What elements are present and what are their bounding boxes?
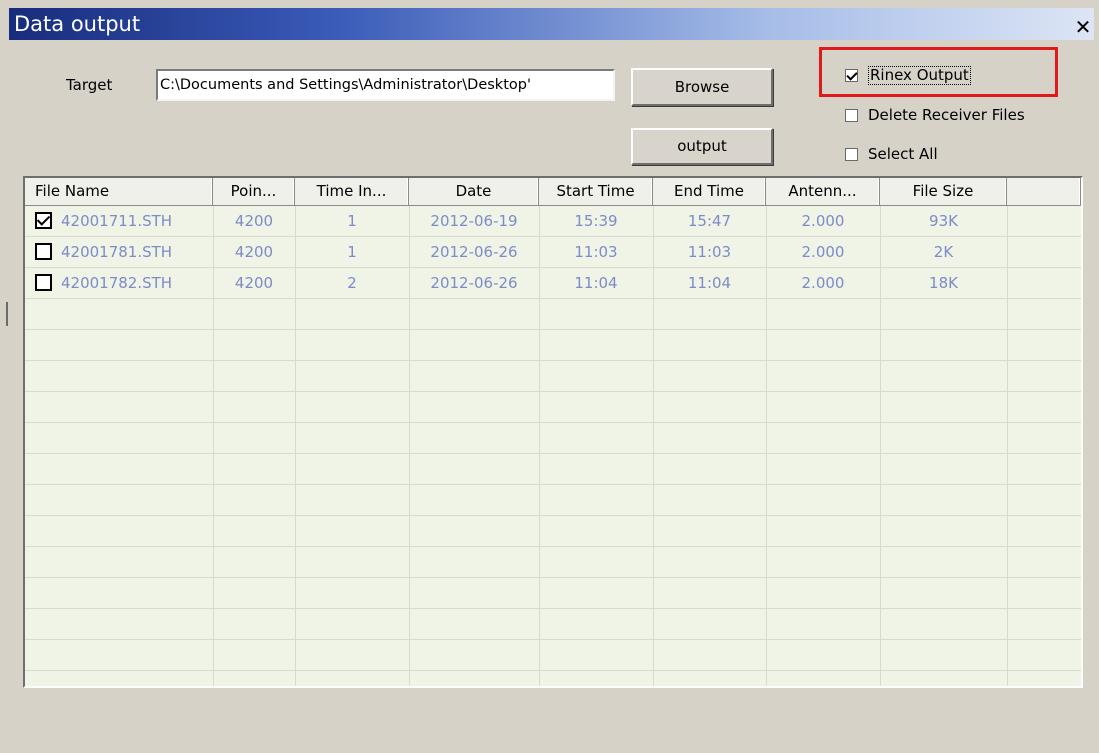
grid-row-line [25,546,1081,547]
table-row[interactable]: 42001782.STH 4200 2 2012-06-26 11:04 11:04 2.0… [25,268,1081,299]
column-header[interactable]: File Size [880,178,1007,205]
table-cell: 42001782.STH [61,274,173,292]
column-header[interactable]: Antenn... [766,178,880,205]
table-cell: 11:04 [574,274,618,292]
rinex-output-option[interactable]: Rinex Output [845,66,971,85]
table-cell: 1 [347,243,357,261]
window-edge-marker [6,302,8,326]
table-cell: 4200 [234,274,274,292]
column-header[interactable]: Start Time [539,178,653,205]
table-header: File Name Poin... Time In... Date Start Time… [25,178,1081,206]
column-header[interactable]: End Time [653,178,766,205]
rinex-output-checkbox[interactable] [845,69,858,82]
column-header-filler [1007,178,1081,205]
table-cell: 42001711.STH [61,212,173,230]
grid-row-line [25,360,1081,361]
table-cell: 2012-06-19 [430,212,518,230]
grid-row-line [25,577,1081,578]
grid-row-line [25,422,1081,423]
grid-row-line [25,608,1081,609]
table-cell: 2012-06-26 [430,243,518,261]
target-label: Target [66,76,113,94]
file-list-table[interactable]: File Name Poin... Time In... Date Start Time… [23,176,1083,688]
table-cell: 18K [929,274,958,292]
table-cell: 4200 [234,243,274,261]
grid-row-line [25,484,1081,485]
select-all-label: Select All [868,145,938,163]
grid-row-line [25,515,1081,516]
grid-row-line [25,670,1081,671]
delete-receiver-files-label: Delete Receiver Files [868,106,1025,124]
window-title: Data output [14,12,141,36]
table-cell: 42001781.STH [61,243,173,261]
table-cell: 2.000 [801,212,845,230]
table-cell: 11:03 [687,243,732,261]
browse-button[interactable]: Browse [631,68,773,106]
target-path-field[interactable]: C:\Documents and Settings\Administrator\… [156,69,615,101]
table-cell: 2012-06-26 [430,274,518,292]
select-all-checkbox[interactable] [845,147,858,161]
close-icon[interactable]: ✕ [1072,16,1094,38]
column-header[interactable]: Time In... [295,178,409,205]
table-cell: 1 [347,212,357,230]
table-row[interactable]: 42001781.STH 4200 1 2012-06-26 11:03 11:03 2.0… [25,237,1081,268]
table-cell: 2K [933,243,954,261]
table-cell: 4200 [234,212,274,230]
table-row[interactable]: 42001711.STH 4200 1 2012-06-19 15:39 15:47 2.0… [25,206,1081,237]
table-body: File Name Poin... Time In... Date Start Time… [25,178,1081,686]
table-cell: 2 [347,274,357,292]
rinex-output-label: Rinex Output [868,66,971,85]
table-cell: 11:04 [687,274,732,292]
column-header[interactable]: File Name [25,178,213,205]
select-all-option[interactable]: Select All [845,145,938,163]
delete-receiver-files-checkbox[interactable] [845,108,858,122]
grid-row-line [25,453,1081,454]
title-bar[interactable]: Data output ✕ [9,8,1094,40]
table-cell: 2.000 [801,243,845,261]
table-cell: 15:47 [687,212,732,230]
grid-row-line [25,329,1081,330]
table-cell: 2.000 [801,274,845,292]
column-header[interactable]: Date [409,178,539,205]
column-header[interactable]: Poin... [213,178,295,205]
table-cell: 93K [929,212,958,230]
table-cell: 11:03 [574,243,618,261]
grid-row-line [25,391,1081,392]
table-cell: 15:39 [574,212,618,230]
output-button[interactable]: output [631,128,773,165]
grid-row-line [25,639,1081,640]
delete-receiver-files-option[interactable]: Delete Receiver Files [845,106,1025,124]
